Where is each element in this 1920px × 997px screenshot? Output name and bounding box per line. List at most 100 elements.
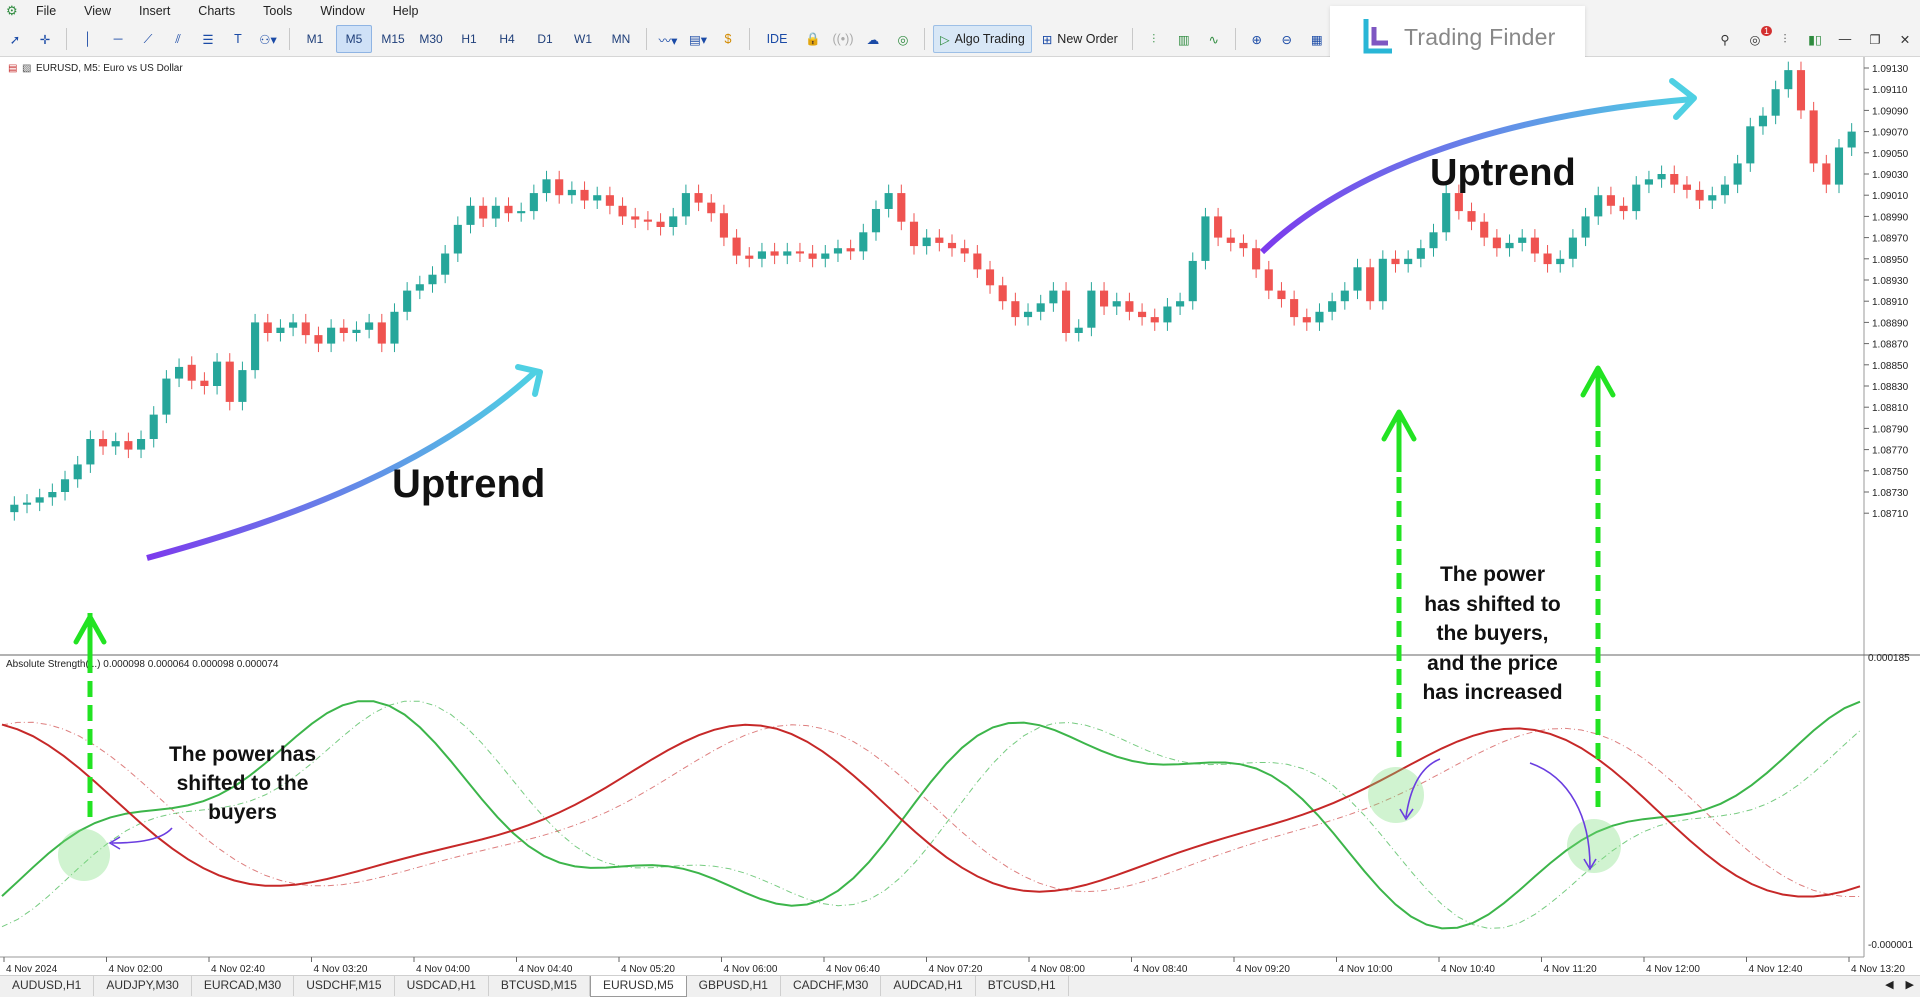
scroll-right-icon[interactable]: ▶ <box>1900 976 1920 993</box>
candle-body <box>1429 232 1438 249</box>
chart-tabs: AUDUSD,H1 AUDJPY,M30 EURCAD,M30 USDCHF,M… <box>0 975 1920 997</box>
shapes-icon[interactable]: ⚇▾ <box>255 26 281 52</box>
close-icon[interactable]: ✕ <box>1892 26 1918 52</box>
lock-icon[interactable]: 🔒 <box>800 26 826 52</box>
new-order-icon: ⊞ <box>1041 32 1053 47</box>
menu-tools[interactable]: Tools <box>249 4 306 18</box>
candle-body <box>1822 163 1831 185</box>
price-axis: 1.09130 1.09110 1.09090 1.09070 1.09050 1.090… <box>1864 64 1909 520</box>
ide-button[interactable]: IDE <box>758 26 796 52</box>
candle-body <box>1214 216 1223 238</box>
candle-body <box>922 237 931 247</box>
menu-charts[interactable]: Charts <box>184 4 249 18</box>
candle-body <box>1378 258 1387 302</box>
candle-body <box>1264 269 1273 291</box>
menu-help[interactable]: Help <box>379 4 433 18</box>
candle-body <box>1302 317 1311 323</box>
menu-window[interactable]: Window <box>306 4 378 18</box>
zoom-in-icon[interactable]: ⊕ <box>1244 26 1270 52</box>
bar-chart-icon[interactable]: ⫶ <box>1141 26 1167 52</box>
horizontal-line-icon[interactable]: ─ <box>105 26 131 52</box>
candle-body <box>1163 306 1172 323</box>
search-icon[interactable]: ⚲ <box>1712 26 1738 52</box>
notifications-icon[interactable]: ◎ 1 <box>1742 26 1772 52</box>
candle-body <box>327 327 336 344</box>
candle-body <box>1594 195 1603 217</box>
timeframe-m1[interactable]: M1 <box>298 26 332 52</box>
tab-eurusd-m5[interactable]: EURUSD,M5 <box>589 976 687 997</box>
candle-body <box>1290 299 1299 318</box>
candle-body <box>1518 237 1527 243</box>
text-tool-icon[interactable]: T <box>225 26 251 52</box>
candle-body <box>441 253 450 275</box>
candle-body <box>1404 258 1413 265</box>
candle-body <box>1442 193 1451 233</box>
candle-body <box>1746 126 1755 164</box>
tab-audusd-h1[interactable]: AUDUSD,H1 <box>0 976 95 996</box>
grid-icon[interactable]: ▦ <box>1304 26 1330 52</box>
tab-cadchf-m30[interactable]: CADCHF,M30 <box>781 976 882 996</box>
chart-area[interactable]: ▤ ▧ EURUSD, M5: Euro vs US Dollar Absolu… <box>0 57 1920 976</box>
price-label: 1.09030 <box>1872 170 1909 181</box>
candle-body <box>149 414 158 439</box>
minimize-icon[interactable]: — <box>1832 26 1858 52</box>
timeframe-m30[interactable]: M30 <box>414 26 448 52</box>
algo-trading-button[interactable]: ▷ Algo Trading <box>933 25 1032 53</box>
channel-icon[interactable]: ⫽ <box>165 26 191 52</box>
tab-audjpy-m30[interactable]: AUDJPY,M30 <box>94 976 192 996</box>
menu-insert[interactable]: Insert <box>125 4 184 18</box>
tab-usdchf-m15[interactable]: USDCHF,M15 <box>294 976 395 996</box>
candle-body <box>1277 290 1286 300</box>
market-icon[interactable]: $ <box>715 26 741 52</box>
candle-body <box>656 221 665 227</box>
price-label: 1.09010 <box>1872 191 1909 202</box>
line-chart-icon[interactable]: ∿ <box>1201 26 1227 52</box>
tab-btcusd-h1[interactable]: BTCUSD,H1 <box>976 976 1069 996</box>
time-label: 4 Nov 08:40 <box>1134 964 1188 975</box>
time-label: 4 Nov 02:00 <box>109 964 163 975</box>
zoom-out-icon[interactable]: ⊖ <box>1274 26 1300 52</box>
trendline-icon[interactable]: ⟋ <box>135 26 161 52</box>
tab-eurcad-m30[interactable]: EURCAD,M30 <box>192 976 295 996</box>
crosshair-icon[interactable]: ✛ <box>32 26 58 52</box>
candle-body <box>517 211 526 214</box>
timeframe-w1[interactable]: W1 <box>566 26 600 52</box>
time-label: 4 Nov 06:40 <box>826 964 880 975</box>
candle-chart-icon[interactable]: ▥ <box>1171 26 1197 52</box>
timeframe-mn[interactable]: MN <box>604 26 638 52</box>
scroll-left-icon[interactable]: ◀ <box>1879 976 1899 993</box>
buyers-annotation-right: The power has shifted to the buyers, and… <box>1405 560 1580 708</box>
candle-body <box>694 193 703 203</box>
menu-view[interactable]: View <box>70 4 125 18</box>
candle-body <box>808 253 817 259</box>
buyers-annotation-right-line: The power <box>1439 563 1545 586</box>
restore-icon[interactable]: ❐ <box>1862 26 1888 52</box>
signal-icon[interactable]: ((•)) <box>830 26 856 52</box>
candle-body <box>1188 260 1197 302</box>
fibonacci-icon[interactable]: ☰ <box>195 26 221 52</box>
tab-usdcad-h1[interactable]: USDCAD,H1 <box>395 976 489 996</box>
cursor-icon[interactable]: ➚ <box>2 26 28 52</box>
timeframe-h1[interactable]: H1 <box>452 26 486 52</box>
templates-icon[interactable]: ▤▾ <box>685 26 711 52</box>
new-order-button[interactable]: ⊞ New Order <box>1036 26 1124 52</box>
tab-audcad-h1[interactable]: AUDCAD,H1 <box>881 976 976 996</box>
vertical-line-icon[interactable]: │ <box>75 26 101 52</box>
timeframe-h4[interactable]: H4 <box>490 26 524 52</box>
timeframe-m15[interactable]: M15 <box>376 26 410 52</box>
uptrend-label-right: Uptrend <box>1430 152 1576 194</box>
timeframe-d1[interactable]: D1 <box>528 26 562 52</box>
candle-body <box>707 202 716 214</box>
chart-type-icon[interactable]: 〰▾ <box>655 26 681 52</box>
candle-body <box>897 193 906 222</box>
timeframe-m5[interactable]: M5 <box>336 25 372 53</box>
cloud-icon[interactable]: ☁ <box>860 26 886 52</box>
vps-icon[interactable]: ◎ <box>890 26 916 52</box>
tab-gbpusd-h1[interactable]: GBPUSD,H1 <box>687 976 781 996</box>
menu-file[interactable]: File <box>22 4 70 18</box>
tab-btcusd-m15[interactable]: BTCUSD,M15 <box>489 976 590 996</box>
candle-body <box>1619 205 1628 212</box>
candle-body <box>985 269 995 286</box>
toolbar-separator <box>924 28 925 50</box>
candle-body <box>213 361 222 386</box>
